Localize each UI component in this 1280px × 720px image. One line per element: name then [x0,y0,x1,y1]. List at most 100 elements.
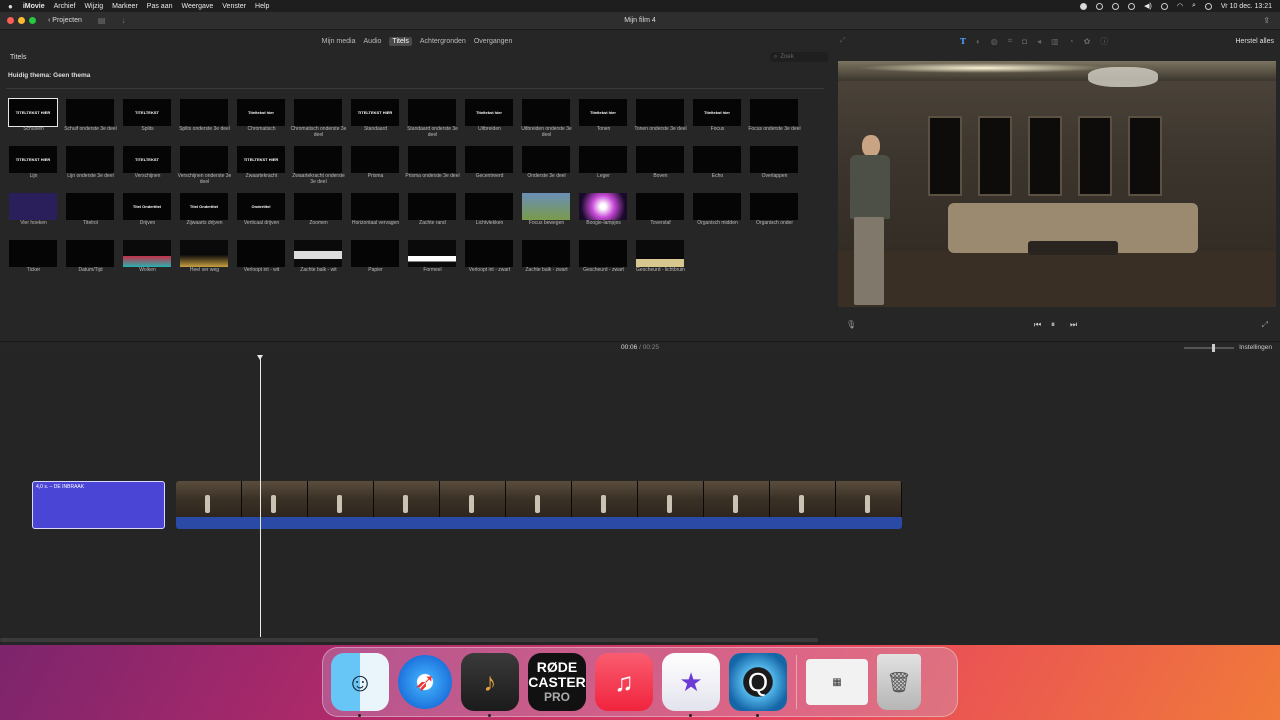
title-template[interactable]: Organisch midden [691,193,748,236]
title-template[interactable]: Uitbreiden onderste 3e deel [520,99,577,142]
title-template[interactable]: TITELTEKST Verschijnen [121,146,178,189]
timeline[interactable]: 4,0 s. – DE INBRAAK [0,353,1280,645]
title-template[interactable]: Gescheurd - lichtbruin [634,240,691,283]
title-template[interactable]: Splits onderste 3e deel [178,99,235,142]
menu-help[interactable]: Help [255,3,269,10]
title-template[interactable]: Zwaartekracht onderste 3e deel [292,146,349,189]
title-template[interactable]: Titeltekst hier Uitbreiden [463,99,520,142]
tab-overgangen[interactable]: Overgangen [474,38,513,45]
share-icon[interactable]: ⇪ [1263,16,1270,25]
color-correction-icon[interactable]: ◍ [991,37,998,46]
rodecaster-pro-icon[interactable]: RØDE CASTER PRO [528,653,586,711]
title-template[interactable]: Ticker [7,240,64,283]
wifi-icon[interactable]: ◠ [1177,2,1183,10]
title-template[interactable]: Focus bewegen [520,193,577,236]
bluetooth-icon[interactable] [1160,2,1168,10]
title-template[interactable]: Gecentreerd [463,146,520,189]
title-template[interactable]: Titel Ondertitel Zijwaarts drijven [178,193,235,236]
title-template[interactable]: Leger [577,146,634,189]
title-template[interactable]: Boogie-lampjes [577,193,634,236]
title-template[interactable]: Tonen onderste 3e deel [634,99,691,142]
title-template[interactable]: Chromatisch onderste 3e deel [291,99,349,142]
control-center-icon[interactable] [1204,2,1212,10]
title-template[interactable]: Titeltekst hier Focus [691,99,748,142]
title-template[interactable]: Gescheurd - zwart [577,240,634,283]
tab-mijn-media[interactable]: Mijn media [322,38,356,45]
reset-all-button[interactable]: Herstel alles [1235,38,1274,45]
title-template[interactable]: Titeltekst hier Tonen [577,99,634,142]
title-template[interactable]: TITELTEKST HIER Lijn [7,146,64,189]
menu-wijzig[interactable]: Wijzig [84,3,103,10]
title-template[interactable]: Formeel [406,240,463,283]
volume-icon[interactable]: ◀) [1144,2,1152,10]
apple-icon[interactable]: ● [8,2,13,11]
voiceover-mic-icon[interactable]: 🎙 [846,320,856,329]
menu-imovie[interactable]: iMovie [23,3,45,10]
finder-icon[interactable]: ☺ [331,653,389,717]
title-template[interactable]: Horizontaal vervagen [349,193,406,236]
title-template[interactable]: Boven [634,146,691,189]
trash-icon[interactable]: 🗑 [877,654,921,710]
title-template[interactable]: Echo [691,146,748,189]
search-menu-icon[interactable]: ⌕ [1192,2,1196,10]
title-template[interactable]: Wolken [121,240,178,283]
zoom-button[interactable] [29,17,36,24]
title-template[interactable]: Focus onderste 3e deel [748,99,805,142]
search-input[interactable]: ⌕ Zoek [770,52,828,62]
title-template[interactable]: Toverstaf [634,193,691,236]
imovie-icon[interactable]: ★ [662,653,720,717]
music-icon[interactable]: ♫ [595,653,653,711]
title-template[interactable]: Overlappen [748,146,805,189]
title-template[interactable]: Titeltekst hier Chromatisch [235,99,292,142]
title-template[interactable]: TITELTEKST Splits [121,99,178,142]
title-template[interactable]: Organisch onder [748,193,805,236]
garageband-icon[interactable]: ♪ [461,653,519,717]
quicktime-icon[interactable]: Q [729,653,787,717]
title-clip[interactable]: 4,0 s. – DE INBRAAK [32,481,165,529]
volume-adjust-icon[interactable]: ◂ [1037,37,1041,46]
noise-reduction-icon[interactable]: ▥ [1051,37,1059,46]
menu-markeer[interactable]: Markeer [112,3,138,10]
zoom-slider-knob[interactable] [1212,343,1216,352]
title-template[interactable]: Lijn onderste 3e deel [64,146,121,189]
settings-button[interactable]: Instellingen [1239,344,1272,351]
close-button[interactable] [7,17,14,24]
title-template[interactable]: Ondertitel Verticaal drijven [235,193,292,236]
clock[interactable]: Vr 10 dec. 13:21 [1221,3,1272,10]
pause-icon[interactable]: ⏸ [1051,320,1055,330]
playhead[interactable] [260,357,261,637]
title-template[interactable]: Verschijnen onderste 3e deel [178,146,235,189]
title-template[interactable]: Lichtvlekken [463,193,520,236]
zoom-slider[interactable] [1184,343,1235,352]
title-template[interactable]: Onderste 3e deel [520,146,577,189]
title-template[interactable]: Verloopt int - zwart [463,240,520,283]
tab-audio[interactable]: Audio [364,38,382,45]
title-template[interactable]: TITELTEKST HIER Zwaartekracht [235,146,292,189]
tab-titels[interactable]: Titels [389,36,412,46]
title-template[interactable]: Titel Ondertitel Drijven [121,193,178,236]
skip-back-icon[interactable]: ⏮ [1034,320,1041,330]
timeline-scrollbar[interactable] [0,638,818,642]
info-icon[interactable]: ⓘ [1100,36,1108,47]
title-template[interactable]: Zoomen [292,193,349,236]
title-template[interactable]: Heel ver weg [178,240,235,283]
menu-venster[interactable]: Venster [222,3,246,10]
skip-forward-icon[interactable]: ⏭ [1070,320,1077,330]
projects-back-button[interactable]: ‹ Projecten [48,17,82,24]
video-clip[interactable] [176,481,902,529]
title-template[interactable]: Vier hoeken [7,193,64,236]
title-template[interactable]: Zachte balk - wit [292,240,349,283]
menu-archief[interactable]: Archief [54,3,76,10]
title-template[interactable]: Verloopt int - wit [235,240,292,283]
title-template[interactable]: Prisma [349,146,406,189]
title-template[interactable]: Zachte rand [406,193,463,236]
crop-icon[interactable]: ⌗ [1008,36,1013,46]
airplay-icon[interactable] [1112,2,1120,10]
stabilization-icon[interactable]: ◘ [1022,37,1027,46]
tab-achtergronden[interactable]: Achtergronden [420,38,466,45]
title-tool-icon[interactable]: T [960,36,966,46]
menu-pas-aan[interactable]: Pas aan [147,3,173,10]
creative-cloud-icon[interactable] [1096,2,1104,10]
title-template[interactable]: Zachte balk - zwart [520,240,577,283]
menu-weergave[interactable]: Weergave [181,3,213,10]
